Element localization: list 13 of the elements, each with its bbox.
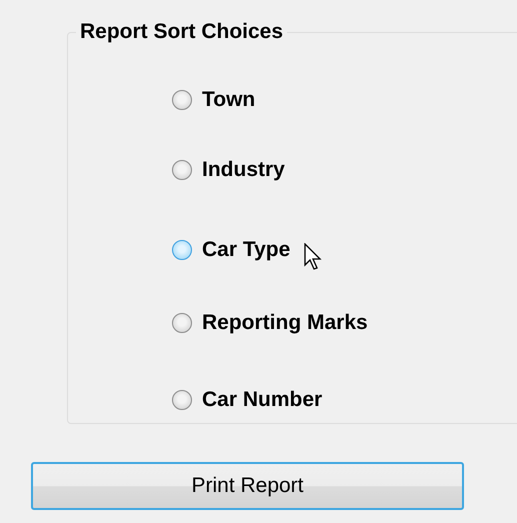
radio-label[interactable]: Car Type (202, 238, 290, 262)
radio-button[interactable] (172, 160, 192, 180)
radio-button[interactable] (172, 240, 192, 260)
cursor-icon (304, 243, 322, 271)
radio-button[interactable] (172, 90, 192, 110)
radio-label[interactable]: Town (202, 88, 256, 112)
group-title: Report Sort Choices (76, 20, 288, 44)
radio-label[interactable]: Car Number (202, 388, 322, 412)
radio-label[interactable]: Industry (202, 158, 285, 182)
radio-label[interactable]: Reporting Marks (202, 311, 368, 335)
radio-button[interactable] (172, 390, 192, 410)
radio-button[interactable] (172, 313, 192, 333)
print-report-button[interactable]: Print Report (31, 462, 464, 510)
